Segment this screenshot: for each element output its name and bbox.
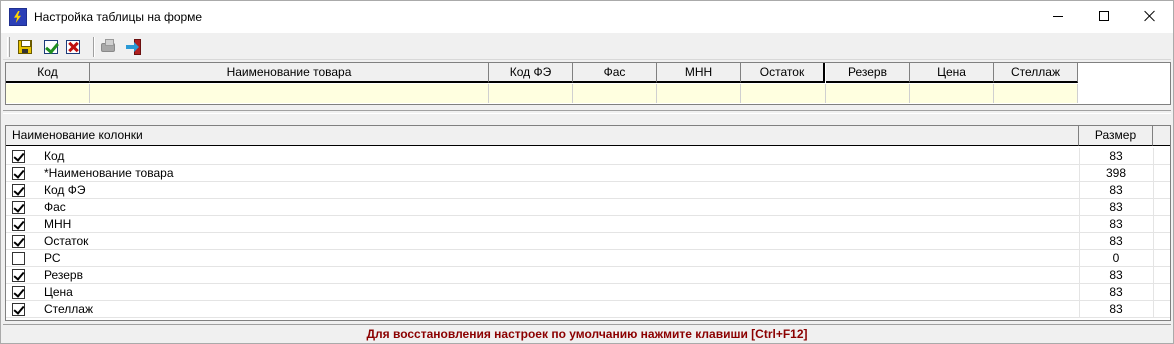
row-checkbox[interactable] bbox=[12, 252, 25, 265]
preview-header-kod[interactable]: Код bbox=[6, 63, 90, 83]
row-column-size[interactable]: 83 bbox=[1080, 302, 1152, 317]
preview-header-name[interactable]: Наименование товара bbox=[90, 63, 489, 83]
app-lightning-icon bbox=[9, 8, 27, 26]
maximize-icon bbox=[1099, 11, 1109, 21]
preview-cell[interactable] bbox=[826, 84, 910, 103]
list-item[interactable]: Резерв 83 bbox=[6, 267, 1170, 284]
panel-splitter[interactable] bbox=[3, 110, 1171, 114]
close-button[interactable] bbox=[1127, 1, 1173, 33]
exit-button[interactable] bbox=[124, 37, 144, 57]
print-icon bbox=[101, 39, 115, 52]
cancel-button[interactable] bbox=[63, 37, 83, 57]
exit-door-icon bbox=[126, 39, 142, 55]
preview-cell[interactable] bbox=[489, 84, 573, 103]
row-column-size[interactable]: 398 bbox=[1080, 166, 1152, 181]
list-item[interactable]: Код ФЭ 83 bbox=[6, 182, 1170, 199]
row-column-name: Остаток bbox=[44, 234, 89, 248]
toolbar-separator bbox=[93, 37, 95, 57]
row-column-size[interactable]: 83 bbox=[1080, 149, 1152, 164]
columns-list[interactable]: Наименование колонки Размер Код 83 *Наим… bbox=[5, 125, 1171, 321]
preview-cell[interactable] bbox=[994, 84, 1078, 103]
row-checkbox[interactable] bbox=[12, 269, 25, 282]
list-item[interactable]: Цена 83 bbox=[6, 284, 1170, 301]
save-icon bbox=[18, 40, 32, 54]
row-checkbox[interactable] bbox=[12, 235, 25, 248]
status-hint: Для восстановления настроек по умолчанию… bbox=[3, 324, 1171, 343]
close-icon bbox=[1144, 10, 1156, 22]
row-column-name: Стеллаж bbox=[44, 302, 94, 316]
row-column-name: Код ФЭ bbox=[44, 183, 86, 197]
preview-header-fas[interactable]: Фас bbox=[573, 63, 657, 83]
toolbar bbox=[3, 34, 1171, 60]
row-column-name: *Наименование товара bbox=[44, 166, 174, 180]
preview-cell[interactable] bbox=[90, 84, 489, 103]
list-header-filler bbox=[1153, 126, 1170, 146]
row-column-name: РС bbox=[44, 251, 61, 265]
list-item[interactable]: МНН 83 bbox=[6, 216, 1170, 233]
list-item[interactable]: Код 83 bbox=[6, 148, 1170, 165]
preview-cell[interactable] bbox=[741, 84, 826, 103]
row-column-name: МНН bbox=[44, 217, 72, 231]
row-column-size[interactable]: 83 bbox=[1080, 234, 1152, 249]
table-preview[interactable]: Код Наименование товара Код ФЭ Фас МНН О… bbox=[5, 62, 1171, 105]
maximize-button[interactable] bbox=[1081, 1, 1127, 33]
cancel-icon bbox=[66, 40, 80, 54]
print-button[interactable] bbox=[98, 37, 118, 57]
row-checkbox[interactable] bbox=[12, 184, 25, 197]
row-checkbox[interactable] bbox=[12, 167, 25, 180]
list-item[interactable]: Остаток 83 bbox=[6, 233, 1170, 250]
preview-cell[interactable] bbox=[910, 84, 994, 103]
list-header-size[interactable]: Размер bbox=[1079, 126, 1153, 146]
window-title: Настройка таблицы на форме bbox=[34, 10, 203, 24]
save-button[interactable] bbox=[15, 37, 35, 57]
row-checkbox[interactable] bbox=[12, 150, 25, 163]
row-checkbox[interactable] bbox=[12, 218, 25, 231]
row-checkbox[interactable] bbox=[12, 286, 25, 299]
minimize-icon bbox=[1053, 16, 1063, 17]
title-bar[interactable]: Настройка таблицы на форме bbox=[1, 1, 1173, 33]
row-column-size[interactable]: 83 bbox=[1080, 285, 1152, 300]
list-item[interactable]: *Наименование товара 398 bbox=[6, 165, 1170, 182]
row-column-size[interactable]: 0 bbox=[1080, 251, 1152, 266]
minimize-button[interactable] bbox=[1035, 1, 1081, 33]
toolbar-grip[interactable] bbox=[7, 37, 10, 57]
row-column-size[interactable]: 83 bbox=[1080, 200, 1152, 215]
list-item[interactable]: Фас 83 bbox=[6, 199, 1170, 216]
preview-cell[interactable] bbox=[573, 84, 657, 103]
list-item[interactable]: Стеллаж 83 bbox=[6, 301, 1170, 318]
preview-header-tsena[interactable]: Цена bbox=[910, 63, 994, 83]
row-column-size[interactable]: 83 bbox=[1080, 268, 1152, 283]
preview-header-rezerv[interactable]: Резерв bbox=[826, 63, 910, 83]
row-checkbox[interactable] bbox=[12, 303, 25, 316]
row-column-name: Цена bbox=[44, 285, 73, 299]
row-column-size[interactable]: 83 bbox=[1080, 217, 1152, 232]
preview-header-kod-fe[interactable]: Код ФЭ bbox=[489, 63, 573, 83]
row-column-name: Фас bbox=[44, 200, 66, 214]
settings-window: Настройка таблицы на форме Код Наименова… bbox=[0, 0, 1174, 344]
checkmark-icon bbox=[44, 40, 58, 54]
row-column-name: Код bbox=[44, 149, 65, 163]
preview-header-stellazh[interactable]: Стеллаж bbox=[994, 63, 1078, 83]
list-item[interactable]: РС 0 bbox=[6, 250, 1170, 267]
row-checkbox[interactable] bbox=[12, 201, 25, 214]
row-column-size[interactable]: 83 bbox=[1080, 183, 1152, 198]
preview-cell[interactable] bbox=[657, 84, 741, 103]
apply-button[interactable] bbox=[41, 37, 61, 57]
preview-header-ostatok[interactable]: Остаток bbox=[741, 63, 825, 83]
row-column-name: Резерв bbox=[44, 268, 83, 282]
preview-header-mnn[interactable]: МНН bbox=[657, 63, 741, 83]
preview-cell[interactable] bbox=[6, 84, 90, 103]
list-header-column-name[interactable]: Наименование колонки bbox=[6, 126, 1079, 146]
